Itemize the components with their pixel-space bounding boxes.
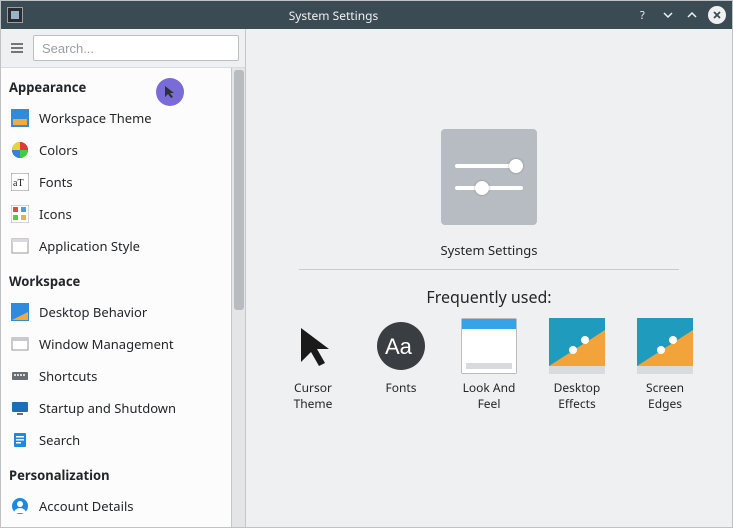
section-header-workspace: Workspace	[1, 262, 245, 296]
desktop-behavior-icon	[11, 303, 29, 321]
icons-icon	[11, 205, 29, 223]
workspace-theme-icon	[11, 109, 29, 127]
startup-shutdown-icon	[11, 399, 29, 417]
freq-item-label: Look And Feel	[453, 380, 525, 411]
sidebar-item-label: Startup and Shutdown	[39, 399, 176, 417]
sidebar-item-window-management[interactable]: Window Management	[1, 328, 245, 360]
section-header-appearance: Appearance	[1, 68, 245, 102]
freq-item-label: Screen Edges	[629, 380, 701, 411]
sidebar-item-label: Window Management	[39, 335, 174, 353]
sidebar-item-desktop-behavior[interactable]: Desktop Behavior	[1, 296, 245, 328]
sidebar-item-label: Account Details	[39, 497, 134, 515]
sidebar-scrollbar[interactable]	[231, 68, 245, 527]
sidebar-item-label: Workspace Theme	[39, 109, 152, 127]
system-settings-hero-icon	[441, 129, 537, 225]
sidebar-item-label: Colors	[39, 141, 78, 159]
section-header-personalization: Personalization	[1, 456, 245, 490]
shortcuts-icon	[11, 367, 29, 385]
sidebar-item-search[interactable]: Search	[1, 424, 245, 456]
sidebar-item-startup-shutdown[interactable]: Startup and Shutdown	[1, 392, 245, 424]
sidebar-scroll[interactable]: Appearance Workspace Theme Colors aT	[1, 68, 245, 527]
hamburger-button[interactable]	[5, 36, 29, 60]
sidebar-item-regional-settings[interactable]: Regional Settings	[1, 522, 245, 527]
main-pane: System Settings Frequently used: Cursor …	[246, 29, 732, 527]
sidebar-item-shortcuts[interactable]: Shortcuts	[1, 360, 245, 392]
freq-item-fonts[interactable]: Aa Fonts	[365, 318, 437, 411]
svg-text:Aa: Aa	[385, 334, 413, 359]
sidebar-item-label: Fonts	[39, 173, 73, 191]
freq-item-screen-edges[interactable]: Screen Edges	[629, 318, 701, 411]
sidebar-item-colors[interactable]: Colors	[1, 134, 245, 166]
window-controls: ?	[636, 6, 726, 24]
minimize-button[interactable]	[660, 7, 676, 23]
screen-edges-icon	[637, 318, 693, 374]
freq-item-cursor-theme[interactable]: Cursor Theme	[277, 318, 349, 411]
sidebar-item-label: Desktop Behavior	[39, 303, 147, 321]
close-button[interactable]	[708, 6, 726, 24]
sidebar-item-icons[interactable]: Icons	[1, 198, 245, 230]
help-button[interactable]: ?	[636, 7, 652, 23]
sidebar-item-label: Search	[39, 431, 80, 449]
desktop-effects-icon	[549, 318, 605, 374]
search-row	[1, 29, 245, 68]
sidebar-item-application-style[interactable]: Application Style	[1, 230, 245, 262]
window-management-icon	[11, 335, 29, 353]
svg-text:?: ?	[640, 9, 645, 21]
search-input[interactable]	[33, 35, 239, 61]
freq-item-desktop-effects[interactable]: Desktop Effects	[541, 318, 613, 411]
body: Appearance Workspace Theme Colors aT	[1, 29, 732, 527]
look-and-feel-icon	[461, 318, 517, 374]
sidebar: Appearance Workspace Theme Colors aT	[1, 29, 246, 527]
fonts-large-icon: Aa	[373, 318, 429, 374]
freq-item-label: Fonts	[386, 380, 417, 396]
sidebar-item-label: Icons	[39, 205, 72, 223]
sidebar-item-account-details[interactable]: Account Details	[1, 490, 245, 522]
freq-item-label: Cursor Theme	[277, 380, 349, 411]
titlebar: System Settings ?	[1, 1, 732, 29]
freq-item-label: Desktop Effects	[541, 380, 613, 411]
sidebar-item-label: Shortcuts	[39, 367, 97, 385]
frequently-used-label: Frequently used:	[426, 286, 551, 308]
sidebar-item-workspace-theme[interactable]: Workspace Theme	[1, 102, 245, 134]
scrollbar-thumb[interactable]	[234, 70, 244, 310]
freq-item-look-and-feel[interactable]: Look And Feel	[453, 318, 525, 411]
hero-label: System Settings	[440, 241, 537, 259]
search-icon	[11, 431, 29, 449]
system-settings-window: System Settings ?	[0, 0, 733, 528]
fonts-icon: aT	[11, 173, 29, 191]
divider	[299, 269, 678, 270]
sidebar-item-label: Application Style	[39, 237, 140, 255]
window-title: System Settings	[31, 7, 636, 24]
app-icon	[7, 7, 23, 23]
svg-text:aT: aT	[13, 178, 24, 189]
frequently-used-grid: Cursor Theme Aa Fonts Look And Feel	[277, 318, 701, 411]
account-details-icon	[11, 497, 29, 515]
sidebar-item-fonts[interactable]: aT Fonts	[1, 166, 245, 198]
maximize-button[interactable]	[684, 7, 700, 23]
colors-icon	[11, 141, 29, 159]
cursor-theme-icon	[285, 318, 341, 374]
application-style-icon	[11, 237, 29, 255]
